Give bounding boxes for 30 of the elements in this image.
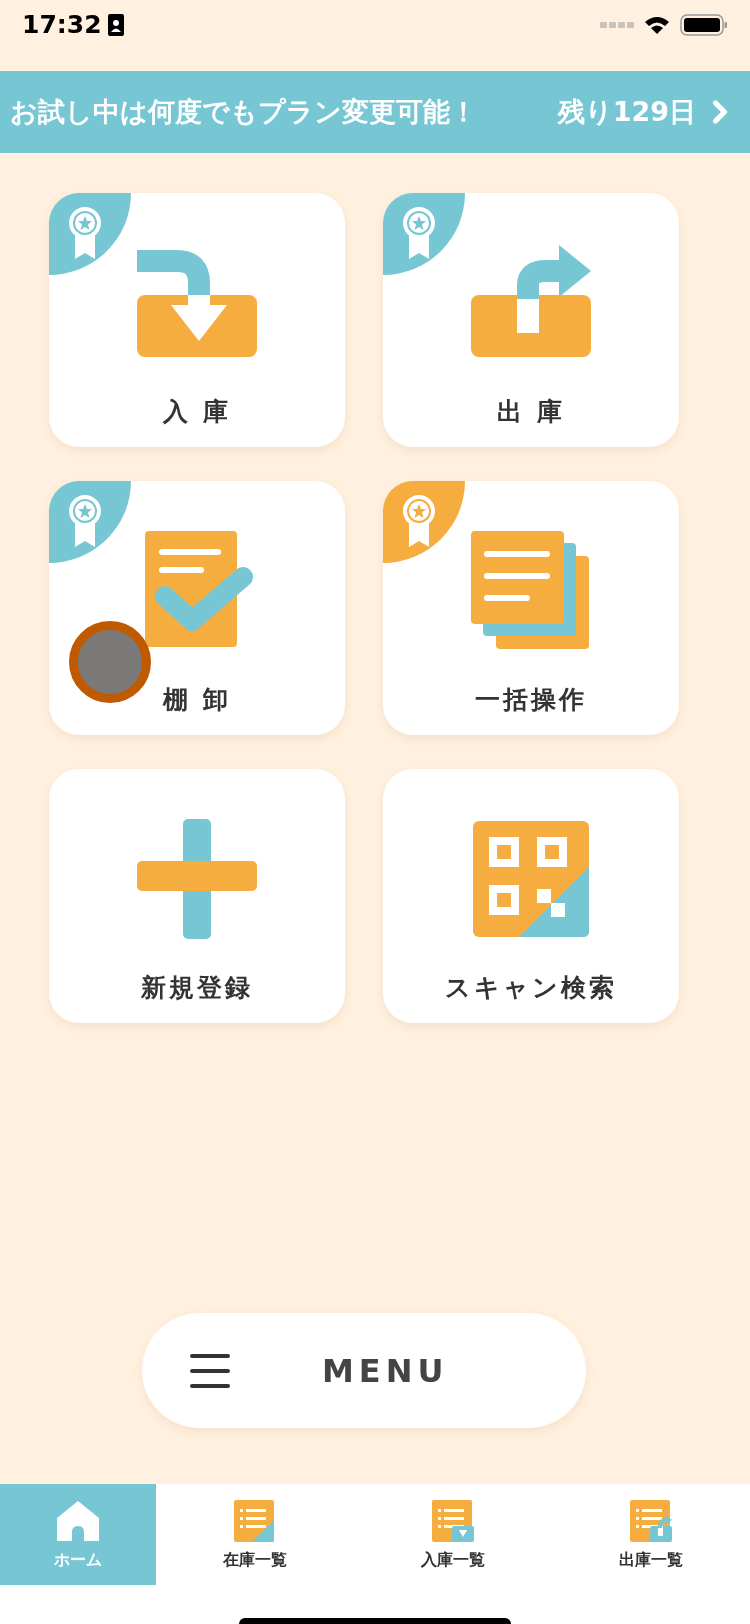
menu-tile[interactable]: スキャン検索 bbox=[383, 769, 679, 1023]
wifi-icon bbox=[644, 14, 670, 35]
menu-tile[interactable]: 入 庫 bbox=[49, 193, 345, 447]
menu-tile[interactable]: 出 庫 bbox=[383, 193, 679, 447]
menu-tile[interactable]: 一括操作 bbox=[383, 481, 679, 735]
menu-tile[interactable]: 棚 卸 bbox=[49, 481, 345, 735]
documents-icon bbox=[471, 531, 591, 651]
medal-icon bbox=[67, 206, 103, 260]
battery-icon bbox=[680, 12, 728, 37]
menu-icon bbox=[190, 1353, 230, 1388]
id-badge-icon bbox=[107, 13, 124, 36]
banner-message: お試し中は何度でもプラン変更可能！ bbox=[10, 94, 477, 129]
signal-icon bbox=[600, 20, 634, 29]
medal-icon bbox=[67, 494, 103, 548]
tile-label: スキャン検索 bbox=[445, 972, 617, 1004]
status-time: 17:32 bbox=[22, 8, 102, 41]
menu-button[interactable]: MENU bbox=[142, 1313, 586, 1428]
qr-code-icon bbox=[471, 819, 591, 939]
remaining-days: 残り129日 bbox=[557, 91, 696, 133]
menu-tile[interactable]: 新規登録 bbox=[49, 769, 345, 1023]
medal-icon bbox=[401, 494, 437, 548]
tile-label: 出 庫 bbox=[497, 396, 565, 428]
tile-label: 入 庫 bbox=[163, 396, 231, 428]
tile-label: 新規登録 bbox=[141, 972, 253, 1004]
document-outbox-icon bbox=[628, 1497, 674, 1544]
medal-icon bbox=[401, 206, 437, 260]
tile-label: 一括操作 bbox=[475, 684, 587, 716]
document-inbox-icon bbox=[430, 1497, 476, 1544]
tile-label: 棚 卸 bbox=[163, 684, 231, 716]
plus-icon bbox=[137, 819, 257, 939]
